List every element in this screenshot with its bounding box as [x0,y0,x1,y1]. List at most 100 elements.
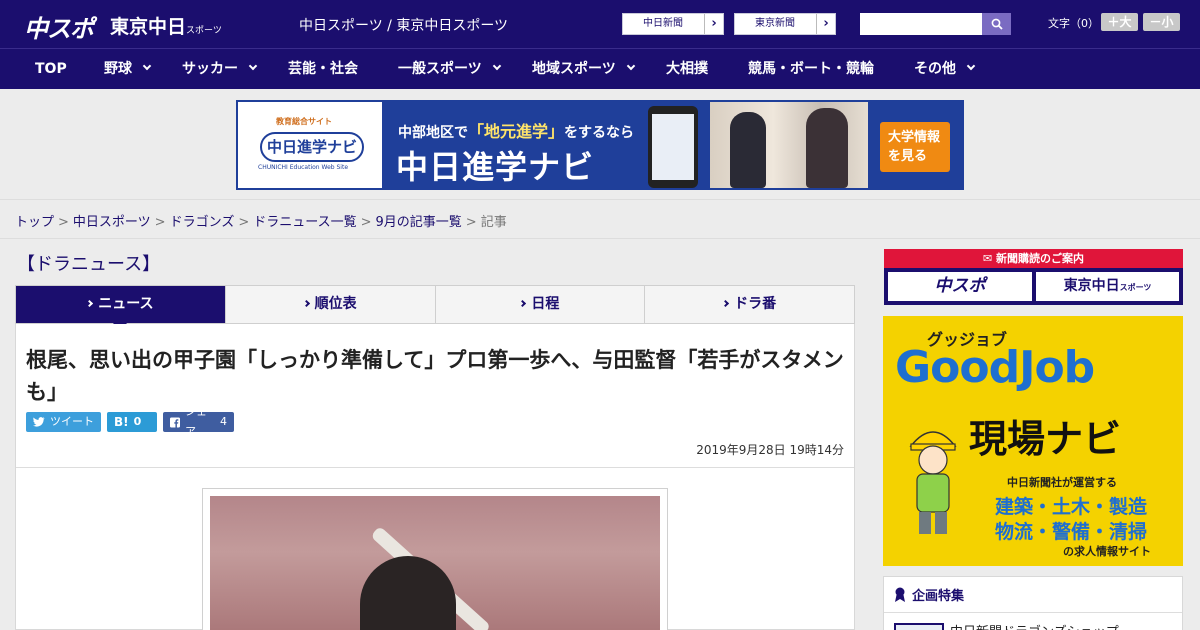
subscribe-chuspo-logo[interactable]: 中スポ [888,272,1032,301]
font-size-label: 文字（0） [1048,17,1099,30]
nav-item-local-sports[interactable]: 地域スポーツ [532,49,635,89]
nav-item-label: 地域スポーツ [532,61,616,77]
banner-cta-line2: を見る [888,149,928,164]
hatena-count: 0 [133,415,142,428]
tokyo-chunichi-logo[interactable]: 東京中日スポーツ [110,12,222,39]
special-features-title: 企画特集 [894,585,964,604]
banner-logo-caption: 教育総合サイト [276,117,332,126]
banner-sub-pre: 中部地区で [398,125,468,141]
facebook-share-button[interactable]: シェア 4 [163,405,234,438]
banner-logo-sub: CHUNICHI Education Web Site [258,164,349,171]
nav-item-label: TOP [35,61,67,77]
hatena-bookmark-icon: B! [114,415,129,429]
nav-item-general-sports[interactable]: 一般スポーツ [398,49,501,89]
breadcrumb-link-dragons[interactable]: ドラゴンズ [170,215,235,230]
facebook-share-label: シェア [185,405,207,438]
breadcrumb-link-top[interactable]: トップ [15,215,54,230]
breadcrumb-separator: > [58,215,69,230]
search-button[interactable] [982,13,1011,35]
article-title: 根尾、思い出の甲子園「しっかり準備して」プロ第一歩へ、与田監督「若手がスタメンも… [26,348,844,404]
dragons-shop-link[interactable]: 中日新聞ドラゴンズショップ [950,621,1119,630]
subscription-box[interactable]: ✉ 新聞購読のご案内 中スポ 東京中日スポーツ [884,249,1183,305]
goodjob-description: 中日新聞社が運営する [1007,476,1117,489]
special-features-label: 企画特集 [912,589,965,604]
smartphone-screen [652,114,694,180]
banner-headline: 中日進学ナビ [396,148,595,186]
chevron-down-icon [248,61,258,71]
nav-item-entertainment[interactable]: 芸能・社会 [288,49,358,89]
dragons-shop-thumbnail[interactable] [894,623,944,630]
chevron-right-icon [302,299,310,308]
subscription-heading: ✉ 新聞購読のご案内 [884,249,1183,268]
breadcrumb-current: 記事 [480,215,507,230]
shingaku-navi-banner[interactable]: 教育総合サイト 中日進学ナビ CHUNICHI Education Web Si… [236,100,964,190]
header-title[interactable]: 中日スポーツ / 東京中日スポーツ [299,15,508,35]
banner-logo-name: 中日進学ナビ [260,132,364,162]
students-photo [710,102,868,188]
breadcrumb-link-september[interactable]: 9月の記事一覧 [376,215,462,230]
chevron-down-icon [626,61,635,71]
chevron-right-icon [519,299,527,308]
special-features-box: 企画特集 中日新聞ドラゴンズショップ [883,576,1183,630]
divider [884,612,1182,613]
article: 根尾、思い出の甲子園「しっかり準備して」プロ第一歩へ、与田監督「若手がスタメンも… [15,324,855,630]
chevron-down-icon [142,61,152,71]
player-head [360,556,456,630]
share-buttons: ツイート B! 0 シェア 4 [26,405,234,438]
tab-label: 日程 [531,296,560,312]
subscribe-tokyo-logo[interactable]: 東京中日スポーツ [1036,272,1179,301]
font-smaller-button[interactable]: －小 [1143,13,1180,31]
chunichi-shimbun-link[interactable]: 中日新聞 › [622,13,724,35]
nav-item-baseball[interactable]: 野球 [104,49,152,89]
goodjob-tagline: の求人情報サイト [1063,545,1151,558]
goodjob-logo: GoodJob [895,342,1095,393]
hatena-bookmark-button[interactable]: B! 0 [107,412,157,432]
breadcrumb-separator: > [154,215,166,230]
breadcrumb-link-chuspo[interactable]: 中日スポーツ [73,215,151,230]
banner-subcopy: 中部地区で「地元進学」をするなら [398,118,634,142]
nav-item-soccer[interactable]: サッカー [182,49,258,89]
tokyo-logo-text: 東京中日 [110,16,187,38]
section-tabs: ニュース 順位表 日程 ドラ番 [15,285,855,331]
search-input[interactable] [860,13,982,35]
facebook-icon [170,417,180,427]
tab-schedule[interactable]: 日程 [436,286,646,323]
nav-item-label: 一般スポーツ [398,61,482,77]
goodjob-ad[interactable]: グッジョブ GoodJob 現場ナビ 中日新聞社が運営する 建築・土木・製造 物… [883,316,1183,566]
breadcrumb: トップ > 中日スポーツ > ドラゴンズ > ドラニュース一覧 >9月の記事一覧 > 記事 [15,211,507,230]
nav-item-sumo[interactable]: 大相撲 [666,49,708,89]
nav-item-label: 芸能・社会 [288,61,358,77]
nav-item-top[interactable]: TOP [35,49,67,89]
tab-standings[interactable]: 順位表 [226,286,436,323]
subscribe-tokyo-small: スポーツ [1119,283,1152,292]
nav-item-racing[interactable]: 競馬・ボート・競輪 [748,49,874,89]
batter-photo [210,496,660,630]
tokyo-shimbun-link[interactable]: 東京新聞 › [734,13,836,35]
chunichi-shimbun-label: 中日新聞 [643,18,683,29]
chevron-right-icon: › [704,14,723,34]
tab-news[interactable]: ニュース [16,286,226,331]
nav-item-other[interactable]: その他 [914,49,976,89]
chuspo-logo[interactable]: 中スポ [24,9,94,44]
tweet-button[interactable]: ツイート [26,412,101,432]
breadcrumb-separator: > [238,215,250,230]
breadcrumb-link-dranews[interactable]: ドラニュース一覧 [253,215,356,230]
student-figure [806,108,848,188]
search-icon [991,18,1003,30]
tab-label: ニュース [98,296,154,312]
banner-cta-button[interactable]: 大学情報 を見る [880,122,950,172]
nav-item-label: サッカー [182,61,238,77]
twitter-bird-icon [33,417,45,427]
goodjob-navi-title: 現場ナビ [969,417,1122,461]
subscribe-tokyo-text: 東京中日 [1063,278,1120,294]
divider [16,467,854,468]
article-date: 2019年9月28日 19時14分 [696,443,844,457]
tab-label: ドラ番 [734,296,777,312]
goodjob-category-1: 建築・土木・製造 [995,496,1148,518]
tab-draban[interactable]: ドラ番 [645,286,854,323]
worker-illustration-icon [909,431,957,534]
site-header: 中スポ 東京中日スポーツ 中日スポーツ / 東京中日スポーツ 中日新聞 › 東京… [0,0,1200,48]
facebook-share-count: 4 [220,415,227,428]
font-bigger-button[interactable]: ＋大 [1101,13,1138,31]
article-photo[interactable] [202,488,668,630]
